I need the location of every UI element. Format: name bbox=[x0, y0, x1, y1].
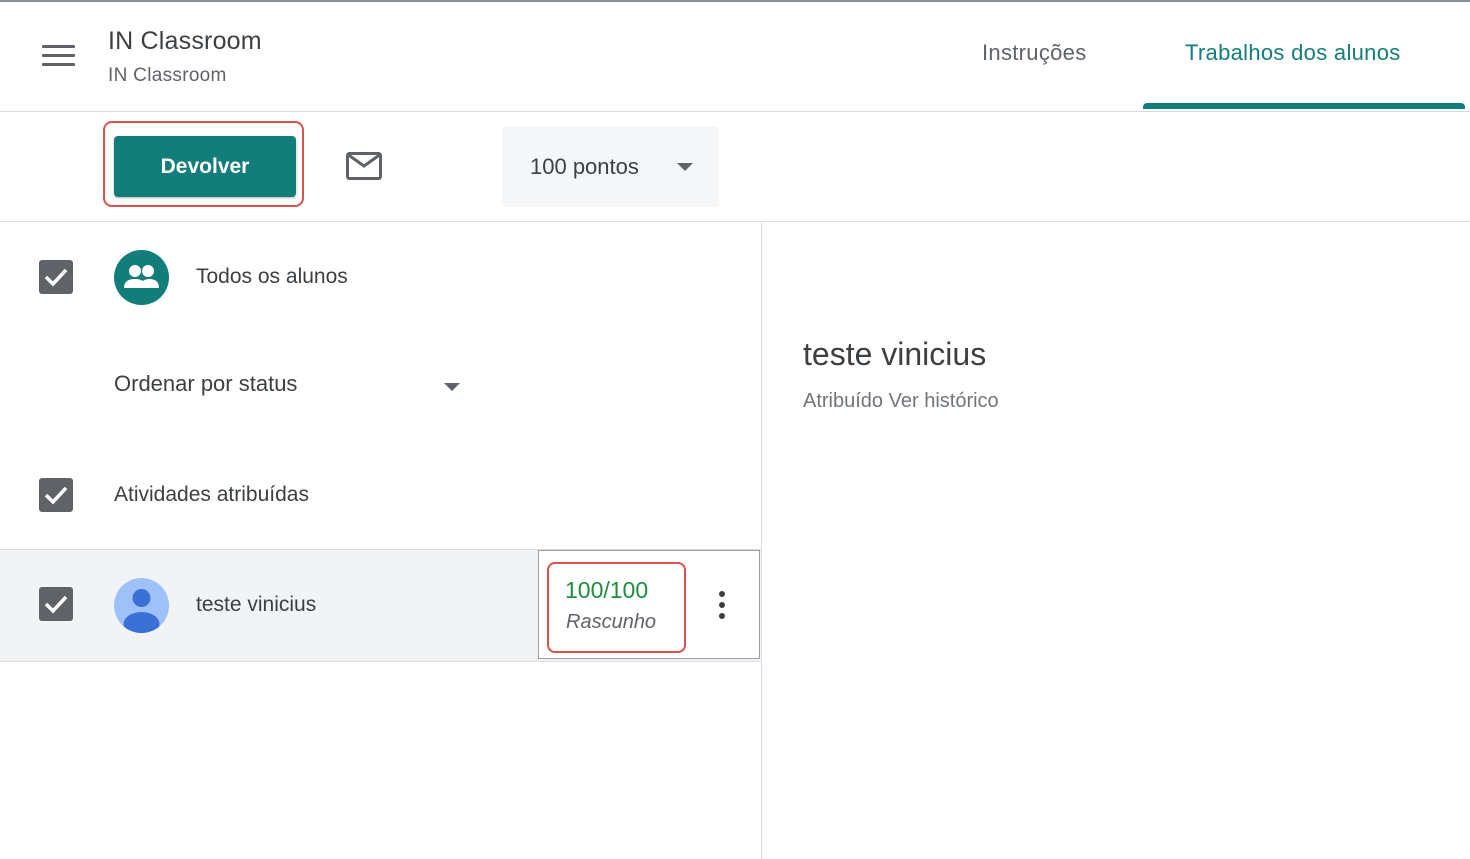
grade-value[interactable]: 100/100 bbox=[565, 577, 648, 604]
check-icon bbox=[44, 268, 68, 287]
detail-student-name: teste vinicius bbox=[803, 336, 987, 372]
class-subtitle: IN Classroom bbox=[108, 65, 227, 86]
student-detail-panel: teste vinicius Atribuído Ver histórico bbox=[762, 222, 1470, 859]
detail-status-line: Atribuído Ver histórico bbox=[803, 390, 999, 413]
grade-cell[interactable]: 100/100 Rascunho bbox=[538, 550, 760, 659]
assigned-section-label: Atividades atribuídas bbox=[114, 483, 309, 506]
class-title: IN Classroom bbox=[108, 27, 262, 55]
points-value: 100 pontos bbox=[530, 154, 639, 179]
grade-status: Rascunho bbox=[566, 611, 657, 633]
student-list-panel: Todos os alunos Ordenar por status Ativi… bbox=[0, 222, 762, 859]
toolbar: Devolver 100 pontos bbox=[0, 112, 1470, 222]
person-icon bbox=[114, 578, 169, 633]
grade-highlight bbox=[547, 562, 686, 653]
app-header: IN Classroom IN Classroom Instruções Tra… bbox=[0, 2, 1470, 112]
check-icon bbox=[44, 486, 68, 505]
return-button-highlight bbox=[103, 121, 304, 207]
more-vert-icon[interactable] bbox=[715, 591, 729, 621]
tab-student-work[interactable]: Trabalhos dos alunos bbox=[1185, 40, 1401, 66]
active-tab-indicator bbox=[1143, 103, 1465, 109]
chevron-down-icon[interactable] bbox=[444, 383, 460, 391]
history-link[interactable]: Ver histórico bbox=[889, 390, 999, 412]
chevron-down-icon bbox=[677, 163, 693, 171]
menu-icon[interactable] bbox=[42, 45, 76, 69]
mail-icon[interactable] bbox=[345, 150, 383, 182]
student-name: teste vinicius bbox=[196, 593, 317, 616]
student-checkbox[interactable] bbox=[39, 587, 73, 621]
assigned-section-checkbox[interactable] bbox=[39, 478, 73, 512]
select-all-checkbox[interactable] bbox=[39, 260, 73, 294]
tab-instructions[interactable]: Instruções bbox=[982, 40, 1087, 66]
check-icon bbox=[44, 595, 68, 614]
assignment-status: Atribuído bbox=[803, 390, 884, 412]
people-icon bbox=[114, 250, 169, 305]
table-row[interactable]: teste vinicius 100/100 Rascunho bbox=[0, 549, 761, 662]
sort-dropdown[interactable]: Ordenar por status bbox=[114, 371, 297, 397]
all-students-label: Todos os alunos bbox=[196, 265, 348, 288]
points-dropdown[interactable]: 100 pontos bbox=[502, 126, 719, 207]
